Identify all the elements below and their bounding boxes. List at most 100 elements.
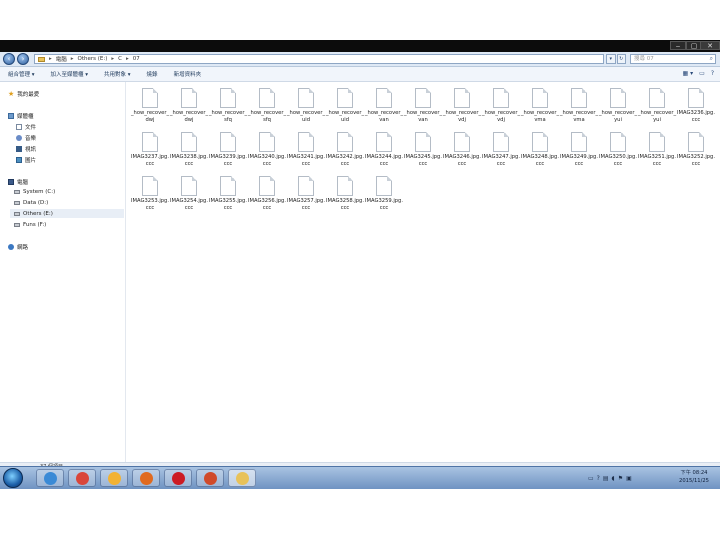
file-item[interactable]: _how_recover_dwj xyxy=(169,86,209,130)
file-item[interactable]: IMAG3245.jpg.ccc xyxy=(403,130,443,174)
back-button[interactable]: ‹ xyxy=(3,53,15,65)
file-item[interactable]: _how_recover_van xyxy=(403,86,443,130)
taskbar-button[interactable] xyxy=(132,469,160,487)
file-item[interactable]: _how_recover_yui xyxy=(598,86,638,130)
close-button[interactable]: ✕ xyxy=(700,41,720,50)
file-item[interactable]: IMAG3256.jpg.ccc xyxy=(247,174,287,218)
nav-drive-d[interactable]: Data (D:) xyxy=(14,200,48,206)
file-name: IMAG3237.jpg.ccc xyxy=(130,154,169,167)
folder-icon xyxy=(38,56,45,62)
file-name: _how_recover_vdj xyxy=(481,110,521,123)
chevron-right-icon: ▸ xyxy=(111,56,115,62)
music-icon xyxy=(16,135,22,141)
file-item[interactable]: IMAG3238.jpg.ccc xyxy=(169,130,209,174)
nav-pictures[interactable]: 圖片 xyxy=(16,156,36,164)
file-item[interactable]: IMAG3253.jpg.ccc xyxy=(130,174,170,218)
minimize-button[interactable]: ‒ xyxy=(670,41,686,50)
file-item[interactable]: IMAG3248.jpg.ccc xyxy=(520,130,560,174)
file-item[interactable]: IMAG3257.jpg.ccc xyxy=(286,174,326,218)
keyboard-icon[interactable]: ▭ xyxy=(588,475,594,482)
file-item[interactable]: IMAG3237.jpg.ccc xyxy=(130,130,170,174)
file-item[interactable]: IMAG3255.jpg.ccc xyxy=(208,174,248,218)
file-item[interactable]: IMAG3242.jpg.ccc xyxy=(325,130,365,174)
file-item[interactable]: _how_recover_vma xyxy=(559,86,599,130)
nav-computer[interactable]: 電腦 xyxy=(8,178,28,186)
file-name: _how_recover_uid xyxy=(325,110,365,123)
burn-button[interactable]: 燒錄 xyxy=(139,70,166,78)
file-icon xyxy=(454,88,470,108)
file-item[interactable]: _how_recover_vma xyxy=(520,86,560,130)
file-item[interactable]: IMAG3250.jpg.ccc xyxy=(598,130,638,174)
file-item[interactable]: _how_recover_sfq xyxy=(247,86,287,130)
clock[interactable]: 下午 08:24 2015/11/25 xyxy=(672,469,716,485)
organize-button[interactable]: 組合管理 ▾ xyxy=(0,70,43,78)
chrome-icon xyxy=(76,472,89,485)
taskbar-button[interactable] xyxy=(228,469,256,487)
file-item[interactable]: IMAG3241.jpg.ccc xyxy=(286,130,326,174)
address-bar[interactable]: ▸ 電腦 ▸ Others (E:) ▸ C ▸ 07 xyxy=(34,54,604,64)
file-item[interactable]: IMAG3244.jpg.ccc xyxy=(364,130,404,174)
include-library-button[interactable]: 加入至媒體櫃 ▾ xyxy=(43,70,97,78)
nav-favorites[interactable]: ★ 我的最愛 xyxy=(8,90,39,99)
breadcrumb-computer[interactable]: 電腦 xyxy=(56,55,67,63)
monitor-icon[interactable]: ▣ xyxy=(626,475,632,482)
nav-drive-f[interactable]: Funs (F:) xyxy=(14,222,46,228)
file-item[interactable]: IMAG3240.jpg.ccc xyxy=(247,130,287,174)
file-item[interactable]: _how_recover_uid xyxy=(286,86,326,130)
share-with-button[interactable]: 共用對象 ▾ xyxy=(96,70,139,78)
volume-icon[interactable]: ◖ xyxy=(612,475,615,482)
file-item[interactable]: _how_recover_van xyxy=(364,86,404,130)
taskbar-button[interactable] xyxy=(164,469,192,487)
view-options-icon[interactable]: ▦ ▾ xyxy=(683,70,694,77)
breadcrumb-others[interactable]: Others (E:) xyxy=(78,56,108,62)
new-folder-button[interactable]: 新增資料夾 xyxy=(166,70,210,78)
file-item[interactable]: IMAG3254.jpg.ccc xyxy=(169,174,209,218)
file-item[interactable]: _how_recover_vdj xyxy=(442,86,482,130)
file-item[interactable]: IMAG3246.jpg.ccc xyxy=(442,130,482,174)
file-item[interactable]: IMAG3252.jpg.ccc xyxy=(676,130,716,174)
file-item[interactable]: IMAG3236.jpg.ccc xyxy=(676,86,716,130)
file-item[interactable]: _how_recover_vdj xyxy=(481,86,521,130)
address-buttons: ▾ ↻ xyxy=(606,54,626,64)
nav-drive-c[interactable]: System (C:) xyxy=(14,189,55,195)
help-icon[interactable]: ? xyxy=(597,475,600,482)
help-icon[interactable]: ? xyxy=(711,70,714,77)
file-name: IMAG3245.jpg.ccc xyxy=(403,154,442,167)
breadcrumb-c[interactable]: C xyxy=(118,56,122,62)
file-item[interactable]: IMAG3239.jpg.ccc xyxy=(208,130,248,174)
nav-drive-e[interactable]: Others (E:) xyxy=(14,211,53,217)
refresh-icon[interactable]: ↻ xyxy=(616,54,626,64)
network-status-icon[interactable]: ▤ xyxy=(603,475,609,482)
taskbar-button[interactable] xyxy=(68,469,96,487)
file-item[interactable]: IMAG3247.jpg.ccc xyxy=(481,130,521,174)
system-tray: ▭ ? ▤ ◖ ⚑ ▣ xyxy=(588,469,672,487)
file-item[interactable]: _how_recover_uid xyxy=(325,86,365,130)
taskbar-button[interactable] xyxy=(100,469,128,487)
nav-documents[interactable]: 文件 xyxy=(16,123,36,131)
file-item[interactable]: _how_recover_sfq xyxy=(208,86,248,130)
nav-videos[interactable]: 視訊 xyxy=(16,145,36,153)
file-item[interactable]: IMAG3258.jpg.ccc xyxy=(325,174,365,218)
preview-pane-icon[interactable]: ▭ xyxy=(699,70,705,77)
forward-button[interactable]: › xyxy=(17,53,29,65)
flag-icon[interactable]: ⚑ xyxy=(618,475,623,482)
history-dropdown-icon[interactable]: ▾ xyxy=(606,54,616,64)
file-item[interactable]: _how_recover_dwj xyxy=(130,86,170,130)
start-button[interactable] xyxy=(3,468,23,488)
title-bar: ‒ ▢ ✕ xyxy=(0,40,720,52)
search-input[interactable]: 搜尋 07 ⌕ xyxy=(630,54,716,64)
file-icon xyxy=(298,176,314,196)
file-icon xyxy=(493,88,509,108)
file-item[interactable]: IMAG3259.jpg.ccc xyxy=(364,174,404,218)
taskbar-button[interactable] xyxy=(196,469,224,487)
taskbar-button[interactable] xyxy=(36,469,64,487)
nav-network[interactable]: 網路 xyxy=(8,243,28,251)
file-item[interactable]: IMAG3249.jpg.ccc xyxy=(559,130,599,174)
file-name: IMAG3241.jpg.ccc xyxy=(286,154,325,167)
file-item[interactable]: _how_recover_yui xyxy=(637,86,677,130)
nav-music[interactable]: 音樂 xyxy=(16,134,36,142)
breadcrumb-07[interactable]: 07 xyxy=(133,56,140,62)
file-item[interactable]: IMAG3251.jpg.ccc xyxy=(637,130,677,174)
nav-libraries[interactable]: 媒體櫃 xyxy=(8,112,34,120)
file-icon xyxy=(337,88,353,108)
